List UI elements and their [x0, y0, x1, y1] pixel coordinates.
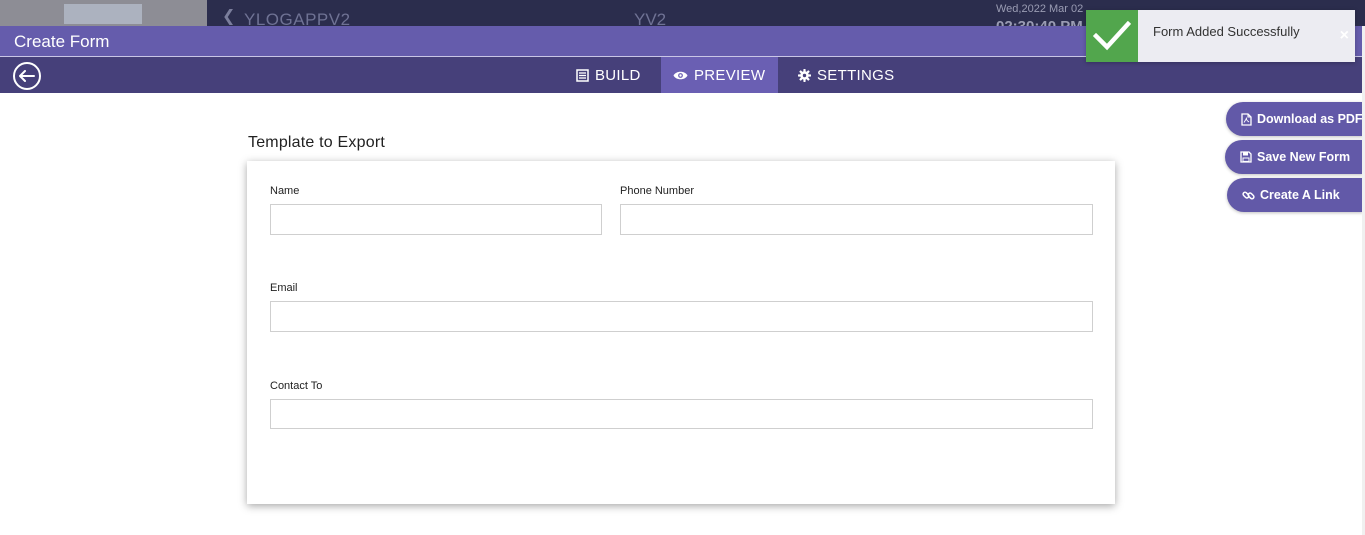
- pdf-file-icon: [1241, 112, 1252, 126]
- tab-preview-label: PREVIEW: [694, 66, 766, 84]
- checkmark-icon: [1093, 21, 1131, 51]
- template-title: Template to Export: [248, 134, 385, 151]
- download-as-pdf-button[interactable]: Download as PDF: [1226, 102, 1363, 136]
- floppy-disk-icon: [1240, 151, 1252, 163]
- gear-icon: [798, 68, 811, 82]
- page-title: Create Form: [14, 32, 110, 51]
- create-a-link-label: Create A Link: [1260, 188, 1340, 202]
- name-label: Name: [270, 185, 300, 197]
- tab-preview[interactable]: PREVIEW: [661, 57, 778, 93]
- phone-number-label: Phone Number: [620, 185, 694, 197]
- background-date: Wed,2022 Mar 02: [996, 3, 1084, 15]
- arrow-left-icon: [19, 70, 35, 82]
- eye-icon: [673, 71, 688, 79]
- link-icon: [1242, 191, 1255, 199]
- toast-status: [1086, 10, 1138, 62]
- save-new-form-label: Save New Form: [1257, 150, 1351, 164]
- tab-settings-label: SETTINGS: [817, 66, 895, 84]
- modal-nav-bar: BUILD PREVIEW SETTINGS: [0, 57, 1362, 93]
- back-button[interactable]: [13, 62, 41, 90]
- tab-build[interactable]: BUILD: [566, 57, 653, 93]
- download-as-pdf-label: Download as PDF: [1257, 112, 1363, 126]
- create-a-link-button[interactable]: Create A Link: [1227, 178, 1363, 212]
- background-app-name: YLOGAPPV2: [244, 10, 351, 26]
- background-center-label: YV2: [634, 10, 667, 26]
- background-back-chevron-icon: ❮: [222, 8, 236, 25]
- save-new-form-button[interactable]: Save New Form: [1225, 140, 1363, 174]
- email-field[interactable]: [270, 301, 1093, 332]
- name-field[interactable]: [270, 204, 602, 235]
- form-preview-card: Name Phone Number Email Contact To: [247, 161, 1115, 504]
- contact-to-label: Contact To: [270, 380, 323, 392]
- toast-close-button[interactable]: ×: [1340, 27, 1349, 45]
- background-thumbnail: [0, 0, 207, 26]
- tab-build-label: BUILD: [595, 66, 641, 84]
- contact-to-field[interactable]: [270, 399, 1093, 429]
- phone-number-field[interactable]: [620, 204, 1093, 235]
- background-time: 02:30:40 PM: [996, 18, 1083, 26]
- form-icon: [576, 68, 589, 82]
- email-label: Email: [270, 282, 298, 294]
- tab-settings[interactable]: SETTINGS: [788, 57, 904, 93]
- success-toast: Form Added Successfully ×: [1086, 10, 1355, 62]
- background-thumbnail-preview: [64, 4, 142, 24]
- toast-message: Form Added Successfully: [1153, 24, 1300, 39]
